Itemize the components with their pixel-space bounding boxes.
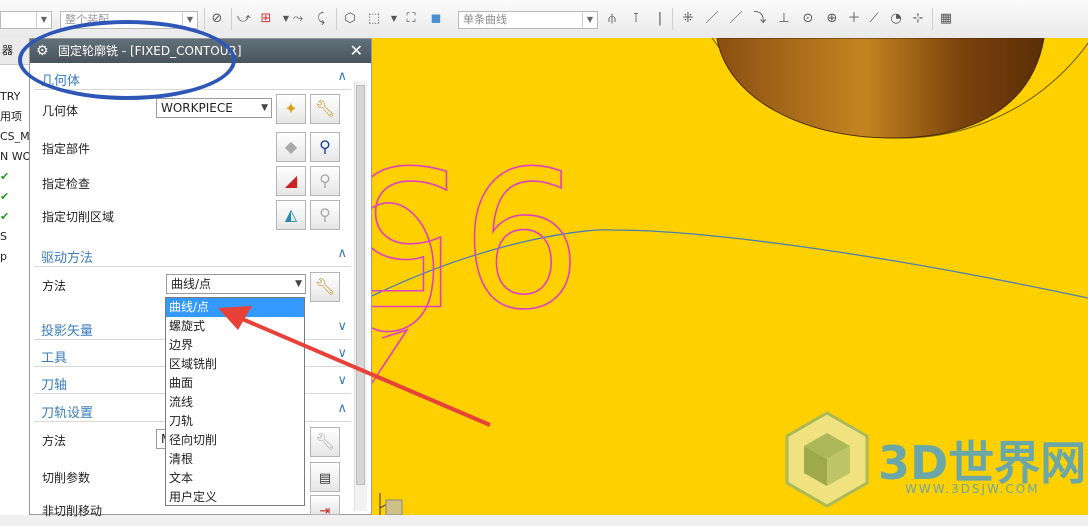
annotation-arrow-layer [218,306,491,427]
annotation-arrow-shaft [239,316,491,427]
annotation-arrow-head [218,306,252,330]
